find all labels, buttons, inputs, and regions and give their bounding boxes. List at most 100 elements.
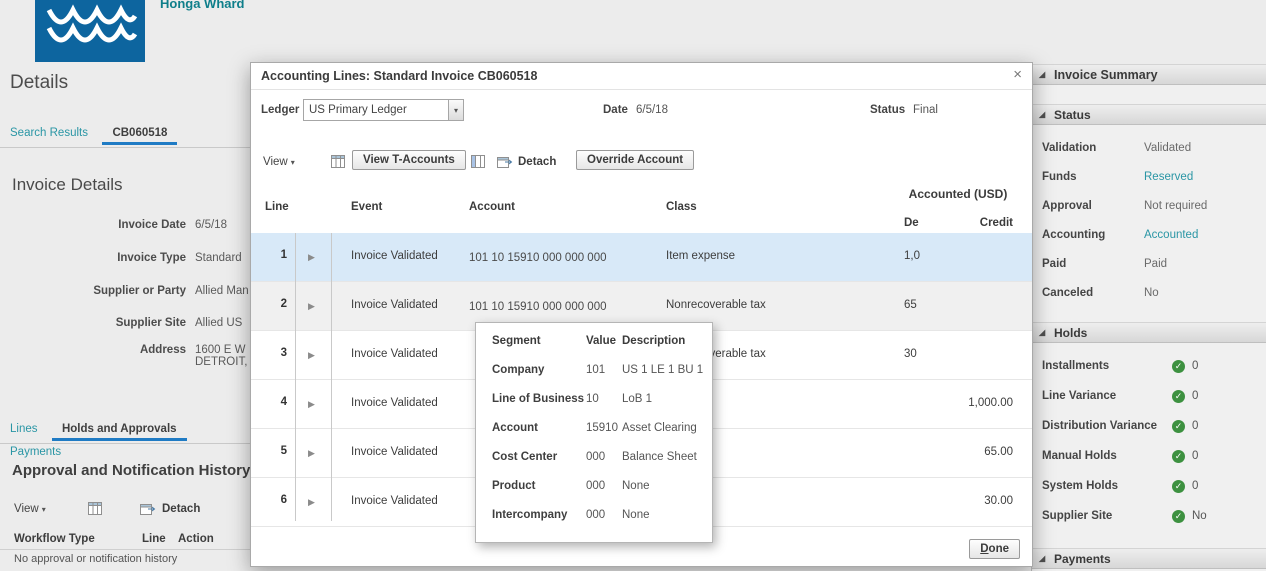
popup-header-value: Value — [586, 335, 616, 347]
status-value: Final — [913, 104, 938, 116]
override-account-button[interactable]: Override Account — [576, 150, 694, 170]
column-header-class: Class — [666, 201, 697, 213]
invoice-summary-header[interactable]: ◢ Invoice Summary — [1032, 64, 1266, 85]
column-header-credit: Credit — [980, 217, 1013, 229]
company-logo — [35, 0, 145, 62]
holds-row-manual-holds: Manual Holds ✓ 0 — [1032, 450, 1266, 470]
approval-view-menu[interactable]: View▾ — [14, 503, 46, 515]
field-label: Invoice Type — [0, 252, 186, 264]
table-columns-icon[interactable] — [88, 502, 102, 520]
field-label: Supplier or Party — [0, 285, 186, 297]
status-label: Status — [870, 104, 905, 116]
row-expand-icon[interactable]: ▶ — [308, 301, 315, 312]
status-row-funds: Funds Reserved — [1032, 171, 1266, 191]
done-button[interactable]: Done — [969, 539, 1020, 559]
field-supplier-site: Supplier Site Allied US — [0, 317, 242, 329]
tab-invoice-cb060518[interactable]: CB060518 — [102, 122, 177, 145]
status-row-validation: Validation Validated — [1032, 142, 1266, 162]
field-label: Supplier Site — [0, 317, 186, 329]
holds-row-installments: Installments ✓ 0 — [1032, 360, 1266, 380]
field-label: Address — [0, 344, 186, 368]
date-label: Date — [603, 104, 628, 116]
view-t-accounts-button[interactable]: View T-Accounts — [352, 150, 466, 170]
ledger-label: Ledger — [261, 104, 299, 116]
row-expand-icon[interactable]: ▶ — [308, 497, 315, 508]
row-expand-icon[interactable]: ▶ — [308, 448, 315, 459]
dialog-detach-button[interactable]: Detach — [518, 156, 556, 168]
row-expand-icon[interactable]: ▶ — [308, 252, 315, 263]
popup-header-segment: Segment — [492, 335, 541, 347]
holds-row-system-holds: System Holds ✓ 0 — [1032, 480, 1266, 500]
invoice-details-title: Invoice Details — [12, 175, 123, 195]
date-value: 6/5/18 — [636, 104, 668, 116]
check-circle-icon: ✓ — [1172, 510, 1185, 523]
ledger-dropdown-button[interactable]: ▾ — [448, 99, 464, 121]
tab-payments[interactable]: Payments — [0, 441, 71, 461]
column-header-line: Line — [142, 533, 166, 545]
column-header-workflow-type: Workflow Type — [14, 533, 95, 545]
disclosure-icon: ◢ — [1039, 329, 1045, 337]
divider — [0, 549, 250, 550]
chevron-down-icon: ▾ — [291, 158, 295, 167]
field-value: 6/5/18 — [195, 219, 227, 231]
disclosure-icon: ◢ — [1039, 555, 1045, 563]
field-value: Standard — [195, 252, 242, 264]
results-tab-bar: Search Results CB060518 — [0, 122, 250, 148]
payments-section-header[interactable]: ◢ Payments — [1032, 548, 1266, 569]
disclosure-icon: ◢ — [1039, 111, 1045, 119]
field-invoice-date: Invoice Date 6/5/18 — [0, 219, 227, 231]
tab-holds-and-approvals[interactable]: Holds and Approvals — [52, 418, 187, 441]
brand-name: Honga Whard — [160, 0, 245, 11]
column-header-account: Account — [469, 201, 515, 213]
status-section-header[interactable]: ◢ Status — [1032, 104, 1266, 125]
dialog-title-bar: Accounting Lines: Standard Invoice CB060… — [251, 63, 1032, 90]
row-expand-icon[interactable]: ▶ — [308, 350, 315, 361]
holds-row-supplier-site: Supplier Site ✓ No — [1032, 510, 1266, 530]
holds-row-distribution-variance: Distribution Variance ✓ 0 — [1032, 420, 1266, 440]
dialog-title: Accounting Lines: Standard Invoice CB060… — [261, 69, 537, 83]
table-row[interactable]: 1 ▶ Invoice Validated 101 10 15910 000 0… — [251, 233, 1032, 282]
field-label: Invoice Date — [0, 219, 186, 231]
application-window: Honga Whard Details Search Results CB060… — [0, 0, 1266, 571]
column-divider — [295, 233, 296, 521]
detail-tab-bar: Lines Holds and Approvals Payments — [0, 418, 260, 444]
status-row-canceled: Canceled No — [1032, 287, 1266, 307]
field-supplier-or-party: Supplier or Party Allied Man — [0, 285, 249, 297]
detach-icon[interactable] — [140, 502, 156, 520]
dialog-view-menu[interactable]: View▾ — [263, 156, 295, 168]
account-segments-popup: Segment Value Description Company 101 US… — [475, 322, 713, 543]
ledger-select[interactable] — [303, 99, 449, 121]
page-title: Details — [10, 72, 68, 94]
column-header-event: Event — [351, 201, 382, 213]
approval-empty-message: No approval or notification history — [14, 553, 177, 565]
status-row-accounting: Accounting Accounted — [1032, 229, 1266, 249]
field-value: 1600 E W DETROIT, — [195, 344, 247, 368]
check-circle-icon: ✓ — [1172, 480, 1185, 493]
invoice-summary-panel: ◢ Invoice Summary ◢ Status Validation Va… — [1031, 64, 1266, 571]
column-header-action: Action — [178, 533, 214, 545]
status-row-approval: Approval Not required — [1032, 200, 1266, 220]
tab-lines[interactable]: Lines — [0, 418, 48, 438]
accounting-table-header: Accounted (USD) Line Event Account Class… — [251, 179, 1032, 234]
column-header-debit: De — [904, 217, 919, 229]
row-expand-icon[interactable]: ▶ — [308, 399, 315, 410]
column-divider — [331, 233, 332, 521]
tab-search-results[interactable]: Search Results — [0, 122, 98, 142]
accounted-usd-header: Accounted (USD) — [903, 187, 1013, 201]
holds-section-header[interactable]: ◢ Holds — [1032, 322, 1266, 343]
close-icon[interactable]: × — [1013, 66, 1022, 83]
column-header-line: Line — [265, 201, 289, 213]
popup-header-description: Description — [622, 335, 685, 347]
detach-icon[interactable] — [497, 155, 513, 173]
check-circle-icon: ✓ — [1172, 420, 1185, 433]
freeze-icon[interactable] — [471, 155, 485, 173]
chevron-down-icon: ▾ — [42, 505, 46, 514]
field-value: Allied Man — [195, 285, 249, 297]
table-columns-icon[interactable] — [331, 155, 345, 173]
holds-row-line-variance: Line Variance ✓ 0 — [1032, 390, 1266, 410]
approval-detach-button[interactable]: Detach — [162, 503, 200, 515]
check-circle-icon: ✓ — [1172, 450, 1185, 463]
field-invoice-type: Invoice Type Standard — [0, 252, 242, 264]
status-row-paid: Paid Paid — [1032, 258, 1266, 278]
disclosure-icon: ◢ — [1039, 71, 1045, 79]
